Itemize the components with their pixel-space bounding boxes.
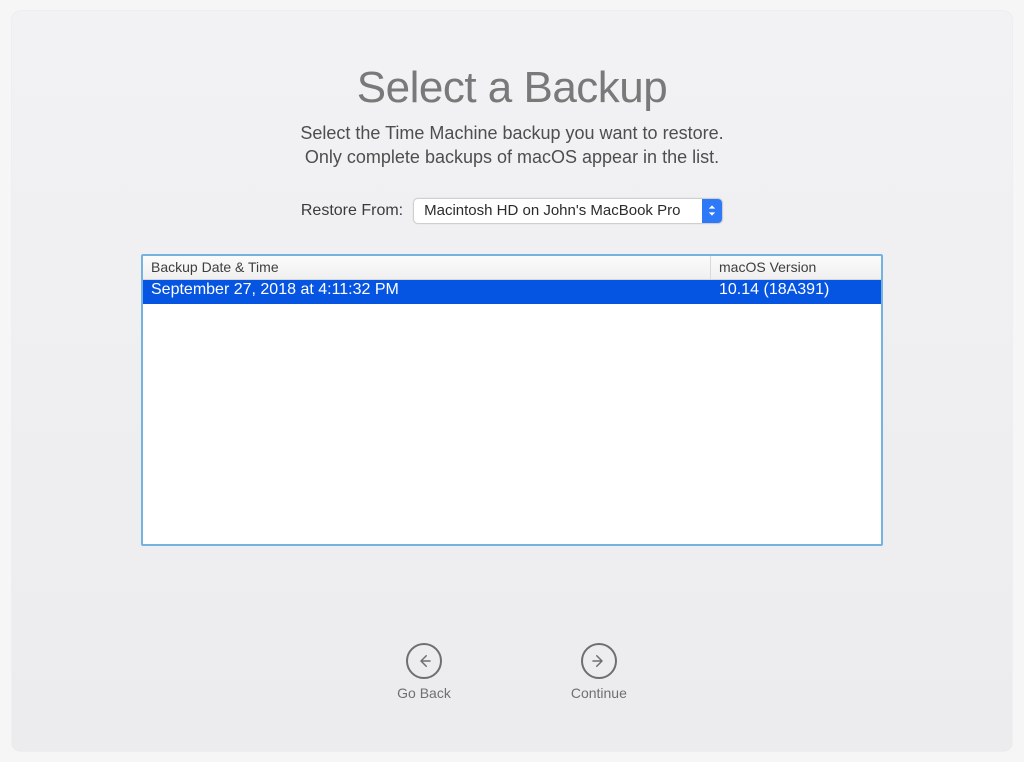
restore-from-selected: Macintosh HD on John's MacBook Pro (424, 202, 710, 219)
backups-table: Backup Date & Time macOS Version Septemb… (141, 254, 883, 546)
subtitle-line-2: Only complete backups of macOS appear in… (305, 147, 719, 167)
table-header: Backup Date & Time macOS Version (143, 256, 881, 280)
restore-from-dropdown[interactable]: Macintosh HD on John's MacBook Pro (413, 198, 723, 224)
continue-button[interactable]: Continue (571, 643, 627, 701)
footer-buttons: Go Back Continue (397, 643, 627, 711)
arrow-right-icon (581, 643, 617, 679)
page-subtitle: Select the Time Machine backup you want … (300, 121, 723, 170)
table-row[interactable]: September 27, 2018 at 4:11:32 PM 10.14 (… (143, 280, 881, 304)
go-back-button[interactable]: Go Back (397, 643, 451, 701)
restore-from-label: Restore From: (301, 202, 403, 220)
select-backup-window: Select a Backup Select the Time Machine … (12, 11, 1012, 751)
arrow-left-icon (406, 643, 442, 679)
column-header-date[interactable]: Backup Date & Time (143, 256, 711, 279)
dropdown-arrows-icon (702, 199, 722, 223)
column-header-version[interactable]: macOS Version (711, 256, 881, 279)
row-date-cell: September 27, 2018 at 4:11:32 PM (143, 280, 711, 304)
continue-label: Continue (571, 685, 627, 701)
restore-from-row: Restore From: Macintosh HD on John's Mac… (301, 198, 723, 224)
subtitle-line-1: Select the Time Machine backup you want … (300, 123, 723, 143)
page-title: Select a Backup (357, 63, 667, 113)
go-back-label: Go Back (397, 685, 451, 701)
row-version-cell: 10.14 (18A391) (711, 280, 881, 304)
table-body[interactable]: September 27, 2018 at 4:11:32 PM 10.14 (… (143, 280, 881, 544)
